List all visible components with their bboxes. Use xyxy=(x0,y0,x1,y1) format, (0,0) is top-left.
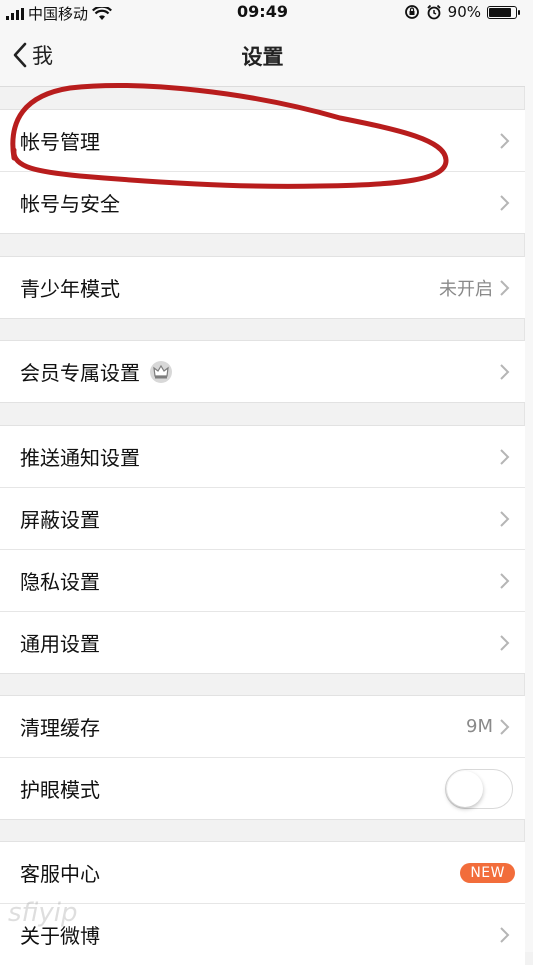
settings-group-support: 客服中心 NEW 关于微博 xyxy=(0,841,525,965)
chevron-right-icon xyxy=(500,572,510,589)
toggle-knob xyxy=(447,770,483,807)
row-label: 青少年模式 xyxy=(20,277,120,301)
chevron-right-icon xyxy=(500,279,510,296)
row-privacy-settings[interactable]: 隐私设置 xyxy=(0,549,525,611)
row-label: 客服中心 xyxy=(20,862,100,886)
battery-fill xyxy=(489,7,511,17)
watermark: sfiyip xyxy=(8,898,78,928)
chevron-right-icon xyxy=(500,448,510,465)
row-eye-care-mode: 护眼模式 xyxy=(0,757,525,819)
status-bar: 中国移动 09:49 90% xyxy=(0,0,525,24)
row-label: 护眼模式 xyxy=(20,778,100,802)
row-label: 通用设置 xyxy=(20,632,100,656)
row-vip-settings[interactable]: 会员专属设置 xyxy=(0,341,525,402)
status-right: 90% xyxy=(404,3,520,21)
row-account-management[interactable]: 帐号管理 xyxy=(0,110,525,171)
row-about-weibo[interactable]: 关于微博 xyxy=(0,903,525,965)
settings-group-account: 帐号管理 帐号与安全 xyxy=(0,109,525,234)
chevron-right-icon xyxy=(500,132,510,149)
eye-care-toggle[interactable] xyxy=(445,768,513,809)
row-label: 隐私设置 xyxy=(20,570,100,594)
row-label: 帐号管理 xyxy=(20,130,100,154)
row-label: 推送通知设置 xyxy=(20,446,140,470)
chevron-right-icon xyxy=(500,634,510,651)
navigation-bar: 我 设置 xyxy=(0,24,525,87)
row-value: 9M xyxy=(466,716,493,737)
settings-group-general: 推送通知设置 屏蔽设置 隐私设置 通用设置 xyxy=(0,425,525,674)
crown-icon xyxy=(150,360,172,383)
settings-group-vip: 会员专属设置 xyxy=(0,340,525,403)
row-label: 清理缓存 xyxy=(20,716,100,740)
background-edge xyxy=(524,0,533,952)
rotation-lock-icon xyxy=(404,5,419,19)
chevron-right-icon xyxy=(500,510,510,527)
chevron-right-icon xyxy=(500,926,510,943)
row-label: 帐号与安全 xyxy=(20,192,120,216)
battery-icon xyxy=(487,5,520,19)
row-account-security[interactable]: 帐号与安全 xyxy=(0,171,525,233)
row-label: 会员专属设置 xyxy=(20,361,140,385)
row-youth-mode[interactable]: 青少年模式 未开启 xyxy=(0,257,525,318)
row-customer-service[interactable]: 客服中心 NEW xyxy=(0,842,525,903)
chevron-right-icon xyxy=(500,718,510,735)
chevron-right-icon xyxy=(500,363,510,380)
page-title: 设置 xyxy=(241,45,284,69)
new-badge: NEW xyxy=(460,862,515,883)
row-clear-cache[interactable]: 清理缓存 9M xyxy=(0,696,525,757)
row-general-settings[interactable]: 通用设置 xyxy=(0,611,525,673)
chevron-right-icon xyxy=(500,194,510,211)
row-value: 未开启 xyxy=(439,278,493,300)
settings-group-youth: 青少年模式 未开启 xyxy=(0,256,525,319)
settings-group-storage: 清理缓存 9M 护眼模式 xyxy=(0,695,525,820)
row-label: 屏蔽设置 xyxy=(20,508,100,532)
battery-percent: 90% xyxy=(447,3,481,21)
row-label-wrap: 会员专属设置 xyxy=(20,357,172,386)
row-block-settings[interactable]: 屏蔽设置 xyxy=(0,487,525,549)
alarm-icon xyxy=(427,4,441,20)
row-push-notifications[interactable]: 推送通知设置 xyxy=(0,426,525,487)
